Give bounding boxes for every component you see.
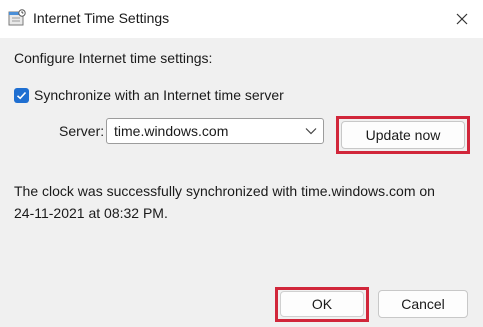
cancel-button[interactable]: Cancel: [378, 290, 468, 318]
window-title: Internet Time Settings: [33, 10, 170, 26]
chevron-down-icon: [299, 127, 323, 135]
server-dropdown-value: time.windows.com: [114, 123, 229, 139]
configure-heading: Configure Internet time settings:: [14, 50, 213, 66]
close-button[interactable]: [447, 4, 477, 34]
close-icon: [456, 13, 468, 25]
checkmark-icon: [16, 91, 27, 99]
sync-checkbox-row[interactable]: Synchronize with an Internet time server: [14, 87, 284, 103]
update-now-button[interactable]: Update now: [341, 121, 465, 149]
server-label: Server:: [59, 123, 105, 139]
sync-checkbox[interactable]: [14, 87, 29, 103]
title-bar: Internet Time Settings: [0, 0, 483, 38]
ok-button[interactable]: OK: [280, 291, 364, 317]
sync-checkbox-label[interactable]: Synchronize with an Internet time server: [34, 87, 284, 103]
sync-status-text: The clock was successfully synchronized …: [14, 180, 454, 224]
sync-status-line-2: 24-11-2021 at 08:32 PM.: [14, 205, 168, 221]
clock-settings-icon: [8, 9, 26, 27]
internet-time-settings-dialog: Internet Time Settings Configure Interne…: [0, 0, 483, 327]
sync-status-line-1: The clock was successfully synchronized …: [14, 183, 435, 199]
server-dropdown[interactable]: time.windows.com: [106, 118, 324, 144]
